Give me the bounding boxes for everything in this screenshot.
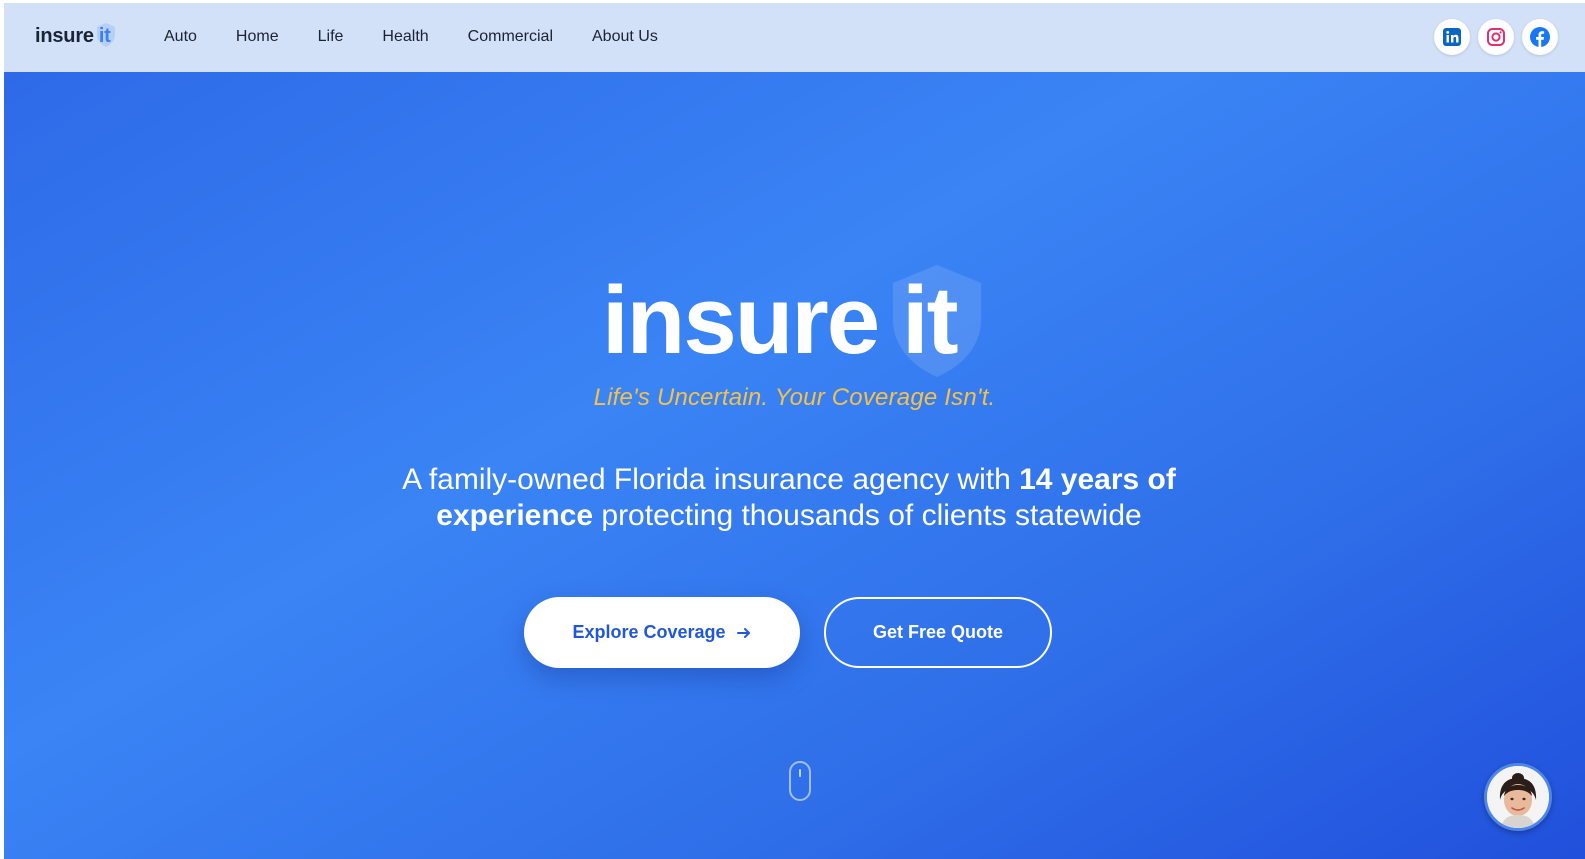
nav-link-health[interactable]: Health: [382, 28, 428, 46]
explore-coverage-button[interactable]: Explore Coverage: [524, 597, 800, 668]
hero-logo-accent: it: [902, 267, 959, 374]
linkedin-button[interactable]: [1434, 19, 1470, 55]
nav-link-commercial[interactable]: Commercial: [468, 28, 553, 46]
hero-logo: insure it: [602, 261, 992, 381]
hero-subtitle-pre: A family-owned Florida insurance agency …: [402, 463, 1020, 496]
hero-subtitle-post: protecting thousands of clients statewid…: [593, 499, 1142, 532]
social-links: [1434, 19, 1558, 55]
hero-tagline: Life's Uncertain. Your Coverage Isn't.: [593, 384, 996, 411]
hero-logo-word: insure: [602, 267, 880, 374]
get-free-quote-label: Get Free Quote: [872, 622, 1004, 642]
navbar: insure it Auto Home Life Health Commerci…: [4, 3, 1585, 72]
hero-subtitle: A family-owned Florida insurance agency …: [394, 462, 1184, 534]
linkedin-icon: [1443, 28, 1461, 46]
brand-name: insure: [35, 25, 94, 47]
nav-link-life[interactable]: Life: [318, 28, 344, 46]
instagram-icon: [1487, 28, 1505, 46]
arrow-right-icon: [736, 627, 750, 638]
explore-coverage-label: Explore Coverage: [572, 622, 726, 642]
brand-accent-wrap: it: [96, 23, 115, 48]
hero-section: insure it Life's Uncertain. Your Coverag…: [4, 72, 1585, 859]
facebook-button[interactable]: [1522, 19, 1558, 55]
nav-link-auto[interactable]: Auto: [164, 28, 197, 46]
scroll-mouse-icon[interactable]: [788, 760, 812, 802]
brand-logo[interactable]: insure it: [35, 23, 115, 48]
chat-avatar-button[interactable]: [1484, 763, 1552, 831]
nav-link-about-us[interactable]: About Us: [592, 28, 658, 46]
brand-accent: it: [98, 25, 111, 47]
avatar-icon: [1487, 766, 1549, 828]
get-free-quote-button[interactable]: Get Free Quote: [824, 597, 1052, 668]
page: insure it Auto Home Life Health Commerci…: [4, 3, 1585, 859]
nav-links: Auto Home Life Health Commercial About U…: [164, 28, 658, 46]
facebook-icon: [1530, 27, 1550, 47]
instagram-button[interactable]: [1478, 19, 1514, 55]
nav-link-home[interactable]: Home: [236, 28, 279, 46]
